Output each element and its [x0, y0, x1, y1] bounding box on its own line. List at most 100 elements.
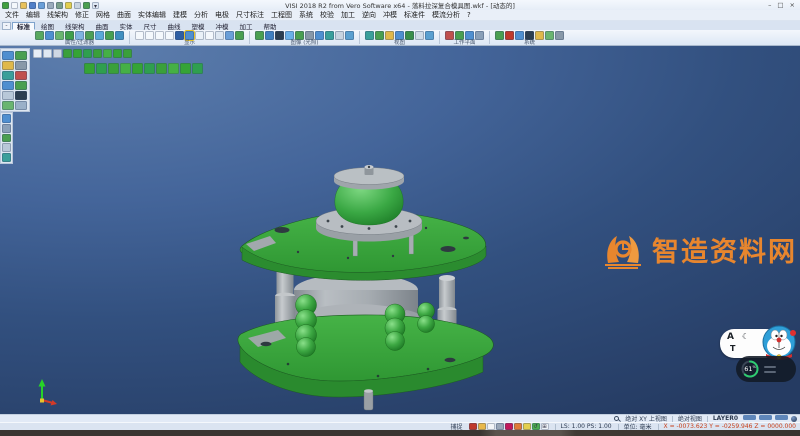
menu-item[interactable]: 电极	[215, 10, 229, 20]
dock-mirror-icon[interactable]	[15, 81, 27, 90]
ribbon-tab[interactable]: 绘图	[36, 22, 59, 30]
workplane-face-icon[interactable]	[455, 31, 464, 40]
snap-intersection-icon[interactable]	[505, 423, 513, 430]
vp2-extrude-icon[interactable]	[84, 63, 95, 74]
moon-icon[interactable]: ☾	[742, 332, 749, 341]
strip-ucs-icon[interactable]	[2, 153, 11, 162]
strip-grid-icon[interactable]	[2, 124, 11, 133]
strip-layer-icon[interactable]	[2, 143, 11, 152]
layer-color-block[interactable]	[743, 415, 756, 420]
customize-dropdown-icon[interactable]: ▾	[92, 2, 99, 9]
display-hidden-icon[interactable]	[145, 31, 154, 40]
vp-select-icon[interactable]	[33, 49, 42, 58]
letter-a-icon[interactable]: A	[727, 332, 734, 342]
workplane-reset-icon[interactable]	[475, 31, 484, 40]
light-dark-icon[interactable]	[275, 31, 284, 40]
attribute-line-icon[interactable]	[45, 31, 54, 40]
view-front-icon[interactable]	[375, 31, 384, 40]
viewport[interactable]: 智造资料网 A ☾ T	[0, 46, 800, 414]
vp2-pattern-icon[interactable]	[180, 63, 191, 74]
ribbon-tab[interactable]: 塑模	[187, 22, 210, 30]
ribbon-tab[interactable]: 加工	[235, 22, 258, 30]
close-button[interactable]: ×	[790, 1, 795, 10]
ribbon-tab[interactable]: 线架构	[60, 22, 90, 30]
snap-point-icon[interactable]	[523, 423, 531, 430]
dock-circle-icon[interactable]	[2, 71, 14, 80]
snap-endpoint-icon[interactable]	[469, 423, 477, 430]
filter-curve-icon[interactable]	[65, 31, 74, 40]
menu-item[interactable]: 标准件	[404, 10, 425, 20]
vp2-sweep-icon[interactable]	[108, 63, 119, 74]
letter-t-icon[interactable]: T	[730, 344, 735, 353]
vp2-revolve-icon[interactable]	[96, 63, 107, 74]
dock-line-icon[interactable]	[2, 61, 14, 70]
view-fit-icon[interactable]	[415, 31, 424, 40]
vp2-pocket-icon[interactable]	[144, 63, 155, 74]
display-analysis-icon[interactable]	[235, 31, 244, 40]
vp-solid-fillet-icon[interactable]	[93, 49, 102, 58]
vp-solid-subtract-icon[interactable]	[73, 49, 82, 58]
ribbon-tab[interactable]: 实体	[115, 22, 138, 30]
menu-item[interactable]: 线架构	[47, 10, 68, 20]
menu-item[interactable]: 曲面	[117, 10, 131, 20]
display-transparent-icon[interactable]	[195, 31, 204, 40]
new-document-icon[interactable]	[11, 2, 18, 9]
system-calc-icon[interactable]	[535, 31, 544, 40]
view-iso-icon[interactable]	[385, 31, 394, 40]
display-shaded-edges-icon[interactable]	[165, 31, 174, 40]
display-solid-icon[interactable]	[175, 31, 184, 40]
snap-center-icon[interactable]	[487, 423, 495, 430]
menu-item[interactable]: 工程图	[271, 10, 292, 20]
vp-zoom-icon[interactable]	[53, 49, 62, 58]
menu-item[interactable]: 实体编辑	[138, 10, 166, 20]
view-top-icon[interactable]	[365, 31, 374, 40]
active-layer[interactable]: LAYER0	[713, 415, 738, 422]
vp-solid-chamfer-icon[interactable]	[103, 49, 112, 58]
vp2-split-icon[interactable]	[192, 63, 203, 74]
snap-quadrant-icon[interactable]	[496, 423, 504, 430]
redo-icon[interactable]	[74, 2, 81, 9]
menu-item[interactable]: 模流分析	[432, 10, 460, 20]
menu-item[interactable]: 逆向	[362, 10, 376, 20]
display-section-icon[interactable]	[205, 31, 214, 40]
vp2-loft-icon[interactable]	[120, 63, 131, 74]
layer-color-block[interactable]	[759, 415, 772, 420]
dock-offset-icon[interactable]	[2, 81, 14, 90]
light-blue-icon[interactable]	[315, 31, 324, 40]
print-icon[interactable]	[47, 2, 54, 9]
ribbon-tab[interactable]: 标准	[12, 22, 35, 30]
menu-item[interactable]: 修正	[75, 10, 89, 20]
ribbon-collapse-button[interactable]: -	[2, 22, 11, 30]
ribbon-tab[interactable]: 尺寸	[139, 22, 162, 30]
layer-color-block[interactable]	[775, 415, 788, 420]
ribbon-tab[interactable]: 曲面	[91, 22, 114, 30]
menu-item[interactable]: 冲模	[383, 10, 397, 20]
display-render-icon[interactable]	[185, 31, 194, 40]
undo-icon[interactable]	[65, 2, 72, 9]
system-dark-icon[interactable]	[525, 31, 534, 40]
menu-item[interactable]: 建模	[173, 10, 187, 20]
maximize-button[interactable]: □	[777, 1, 783, 10]
vp-solid-intersect-icon[interactable]	[83, 49, 92, 58]
system-delete-icon[interactable]	[505, 31, 514, 40]
overlay-status-pill[interactable]: 61%	[736, 356, 796, 382]
dock-measure-icon[interactable]	[15, 101, 27, 110]
app-icon[interactable]	[2, 2, 9, 9]
vp-solid-shell-icon[interactable]	[113, 49, 122, 58]
filter-surface-icon[interactable]	[75, 31, 84, 40]
menu-item[interactable]: 系统	[299, 10, 313, 20]
display-ghost-icon[interactable]	[215, 31, 224, 40]
cad-model[interactable]	[228, 148, 520, 414]
save-icon[interactable]	[29, 2, 36, 9]
dock-point-icon[interactable]	[15, 51, 27, 60]
ribbon-tab[interactable]: 曲线	[163, 22, 186, 30]
magnifier-icon[interactable]	[614, 416, 619, 421]
display-compare-icon[interactable]	[225, 31, 234, 40]
menu-item[interactable]: 校验	[320, 10, 334, 20]
vp-pan-icon[interactable]	[43, 49, 52, 58]
vp-solid-draft-icon[interactable]	[123, 49, 132, 58]
light-custom-icon[interactable]	[345, 31, 354, 40]
strip-ortho-icon[interactable]	[2, 134, 11, 143]
open-icon[interactable]	[20, 2, 27, 9]
workplane-3pt-icon[interactable]	[465, 31, 474, 40]
